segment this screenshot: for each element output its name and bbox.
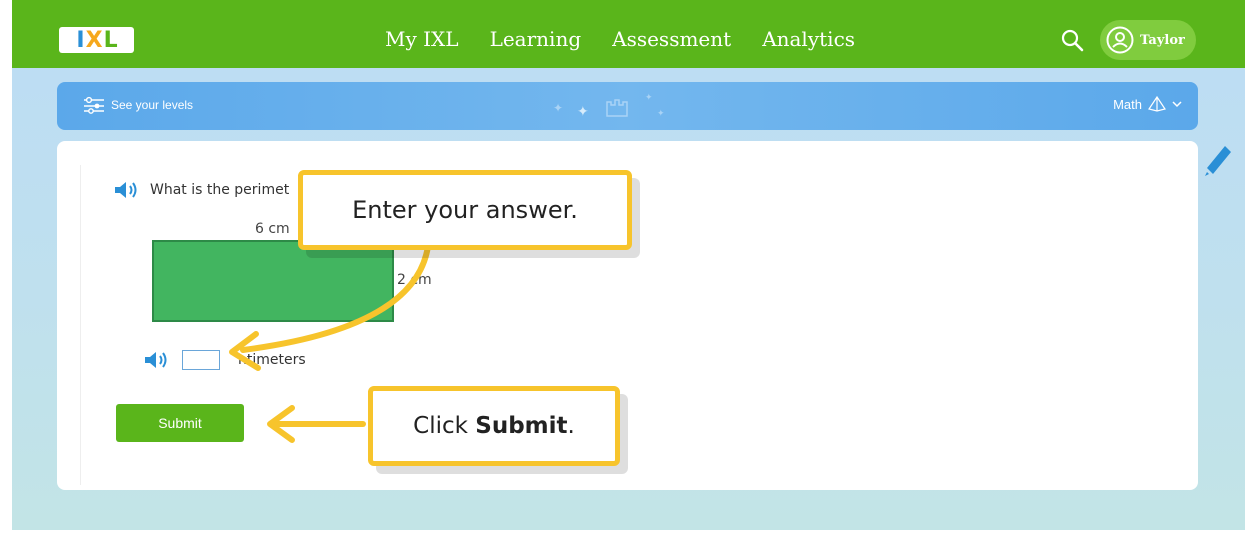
- click-suffix-text: .: [567, 413, 575, 439]
- enter-answer-callout: Enter your answer.: [298, 170, 632, 250]
- enter-answer-text: Enter your answer.: [352, 196, 578, 224]
- click-bold-text: Submit: [475, 413, 568, 439]
- click-submit-callout: Click Submit.: [368, 386, 620, 466]
- click-prefix-text: Click: [413, 413, 476, 439]
- tutorial-arrows: [229, 243, 431, 443]
